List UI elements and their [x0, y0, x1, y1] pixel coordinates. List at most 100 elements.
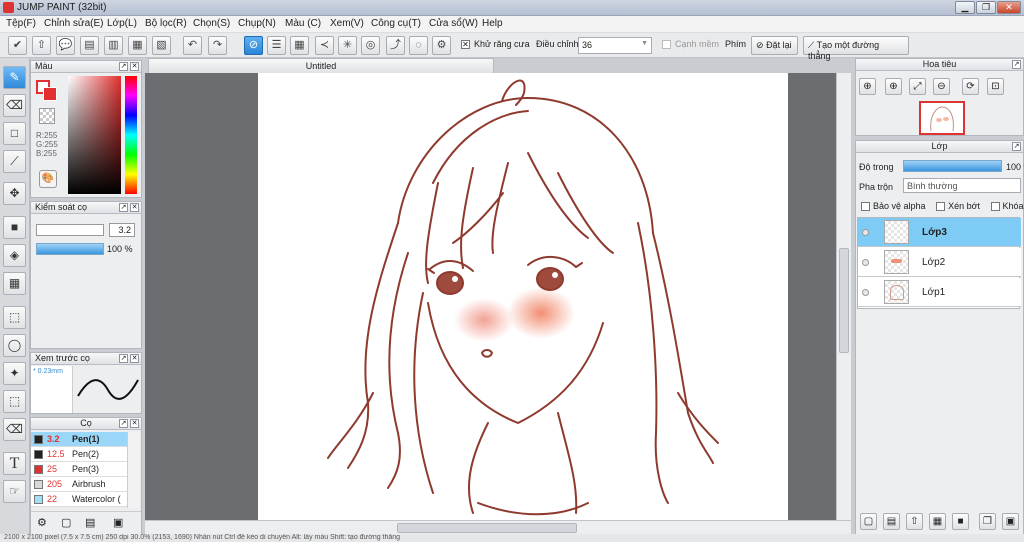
brush-size-input[interactable]: 3.2 — [109, 223, 135, 237]
menu-file[interactable]: Tệp(F) — [6, 18, 36, 29]
panel-icon[interactable]: ▤ — [80, 36, 99, 55]
visibility-icon[interactable] — [862, 229, 869, 236]
delete-layer-icon[interactable]: ▣ — [1002, 513, 1019, 530]
zoom-in-alt-icon[interactable]: ⊕ — [885, 78, 902, 95]
close-icon[interactable]: ✕ — [130, 203, 139, 212]
float-icon[interactable]: ↗ — [1012, 142, 1021, 151]
soft-edge-checkbox[interactable] — [662, 40, 671, 49]
text-tool-icon[interactable]: T — [3, 452, 26, 475]
radial-icon[interactable]: ✳ — [338, 36, 357, 55]
page-icon[interactable]: ▥ — [104, 36, 123, 55]
transparent-color-swatch[interactable] — [39, 108, 55, 124]
new-brush-icon[interactable]: ▢ — [61, 516, 71, 529]
line-tool-icon[interactable]: ⟋ — [3, 150, 26, 173]
horizontal-scroll-thumb[interactable] — [397, 523, 577, 533]
parallel-line-icon[interactable]: ☰ — [267, 36, 286, 55]
pen-tool-icon[interactable]: ✎ — [3, 66, 26, 89]
lasso-tool-icon[interactable]: ◯ — [3, 334, 26, 357]
float-icon[interactable]: ↗ — [119, 354, 128, 363]
ellipse-icon[interactable]: ◌ — [409, 36, 428, 55]
menu-select[interactable]: Chọn(S) — [193, 18, 230, 29]
adjust-select[interactable]: 36 ▼ — [578, 37, 652, 54]
brush-opacity-slider[interactable] — [36, 243, 104, 255]
vertical-scroll-thumb[interactable] — [839, 248, 849, 353]
rectangle-tool-icon[interactable]: □ — [3, 122, 26, 145]
brush-copy-icon[interactable]: ▣ — [113, 516, 123, 529]
comment-icon[interactable]: 💬 — [56, 36, 75, 55]
visibility-icon[interactable] — [862, 289, 869, 296]
brush-list-scrollbar[interactable] — [127, 432, 139, 508]
blend-mode-select[interactable]: Bình thường — [903, 178, 1021, 193]
brush-list-item[interactable]: 3.2 Pen(1) — [31, 432, 127, 447]
fit-window-icon[interactable]: ⤢ — [909, 78, 926, 95]
menu-edit[interactable]: Chỉnh sửa(E) — [44, 18, 104, 29]
minimize-button[interactable]: ▁ — [955, 1, 975, 14]
menu-help[interactable]: Help — [482, 18, 503, 29]
close-icon[interactable]: ✕ — [130, 62, 139, 71]
perspective-icon[interactable]: ≺ — [315, 36, 334, 55]
menu-color[interactable]: Màu (C) — [285, 18, 321, 29]
upload-icon[interactable]: ⇧ — [32, 36, 51, 55]
menu-filter[interactable]: Bộ lọc(R) — [145, 18, 187, 29]
layer-row[interactable]: Lớp3 — [858, 218, 1021, 247]
antialias-checkbox[interactable]: ✕ — [461, 40, 470, 49]
frame-icon[interactable]: ▦ — [128, 36, 147, 55]
rotate-icon[interactable]: ⟳ — [962, 78, 979, 95]
float-icon[interactable]: ↗ — [119, 203, 128, 212]
drawing-canvas[interactable] — [258, 73, 788, 520]
close-icon[interactable]: ✕ — [130, 419, 139, 428]
reset-button[interactable]: ⊘ Đặt lại — [751, 36, 798, 55]
select-eraser-tool-icon[interactable]: ⌫ — [3, 418, 26, 441]
snap-off-icon[interactable]: ⊘ — [244, 36, 263, 55]
float-icon[interactable]: ↗ — [1012, 60, 1021, 69]
lock-checkbox[interactable] — [990, 202, 1000, 212]
check-icon[interactable]: ✔ — [8, 36, 27, 55]
undo-icon[interactable]: ↶ — [183, 36, 202, 55]
eraser-tool-icon[interactable]: ⌫ — [3, 94, 26, 117]
clipping-checkbox[interactable] — [936, 202, 946, 212]
layer-mask-icon[interactable]: ▦ — [929, 513, 946, 530]
close-button[interactable]: ✕ — [997, 1, 1021, 14]
float-icon[interactable]: ↗ — [119, 62, 128, 71]
brush-list-item[interactable]: 12.5 Pen(2) — [31, 447, 127, 462]
visibility-icon[interactable] — [862, 259, 869, 266]
concentric-icon[interactable]: ◎ — [361, 36, 380, 55]
magic-wand-tool-icon[interactable]: ✦ — [3, 362, 26, 385]
canvas-vertical-scrollbar[interactable] — [836, 73, 851, 520]
straight-line-button[interactable]: ⟋ Tạo một đường thẳng — [803, 36, 909, 61]
menu-snap[interactable]: Chụp(N) — [238, 18, 276, 29]
protect-alpha-checkbox[interactable] — [861, 202, 870, 212]
actual-size-icon[interactable]: ⊡ — [987, 78, 1004, 95]
merge-layer-icon[interactable]: ⇧ — [906, 513, 923, 530]
zoom-out-icon[interactable]: ⊖ — [933, 78, 950, 95]
gradient-tool-icon[interactable]: ▦ — [3, 272, 26, 295]
saturation-value-picker[interactable] — [68, 76, 121, 194]
curve-icon[interactable]: ⤴ — [386, 36, 405, 55]
fill-rect-tool-icon[interactable]: ■ — [3, 216, 26, 239]
duplicate-layer-icon[interactable]: ❐ — [979, 513, 996, 530]
float-icon[interactable]: ↗ — [119, 419, 128, 428]
canvas-horizontal-scrollbar[interactable] — [145, 520, 851, 534]
canvas-area[interactable] — [145, 73, 851, 520]
menu-view[interactable]: Xem(V) — [330, 18, 364, 29]
rect-select-tool-icon[interactable]: ⬚ — [3, 306, 26, 329]
layer-opacity-slider[interactable] — [903, 160, 1002, 172]
redo-icon[interactable]: ↷ — [208, 36, 227, 55]
brush-list-item[interactable]: 205 Airbrush — [31, 477, 127, 492]
new-layer-icon[interactable]: ▢ — [860, 513, 877, 530]
brush-size-slider[interactable] — [36, 224, 104, 236]
menu-tools[interactable]: Công cụ(T) — [371, 18, 421, 29]
brush-list-item[interactable]: 25 Pen(3) — [31, 462, 127, 477]
hue-slider[interactable] — [125, 76, 137, 194]
document-tab[interactable]: Untitled — [148, 58, 494, 73]
menu-layer[interactable]: Lớp(L) — [107, 18, 137, 29]
zoom-in-icon[interactable]: ⊕ — [859, 78, 876, 95]
folder-icon[interactable]: ■ — [952, 513, 969, 530]
palette-icon[interactable]: 🎨 — [39, 170, 57, 188]
maximize-button[interactable]: ❐ — [976, 1, 996, 14]
brush-settings-icon[interactable]: ⚙ — [37, 516, 47, 529]
grid-icon[interactable]: ▦ — [290, 36, 309, 55]
hand-tool-icon[interactable]: ☞ — [3, 480, 26, 503]
close-icon[interactable]: ✕ — [130, 354, 139, 363]
layer-row[interactable]: Lớp2 — [858, 248, 1021, 277]
